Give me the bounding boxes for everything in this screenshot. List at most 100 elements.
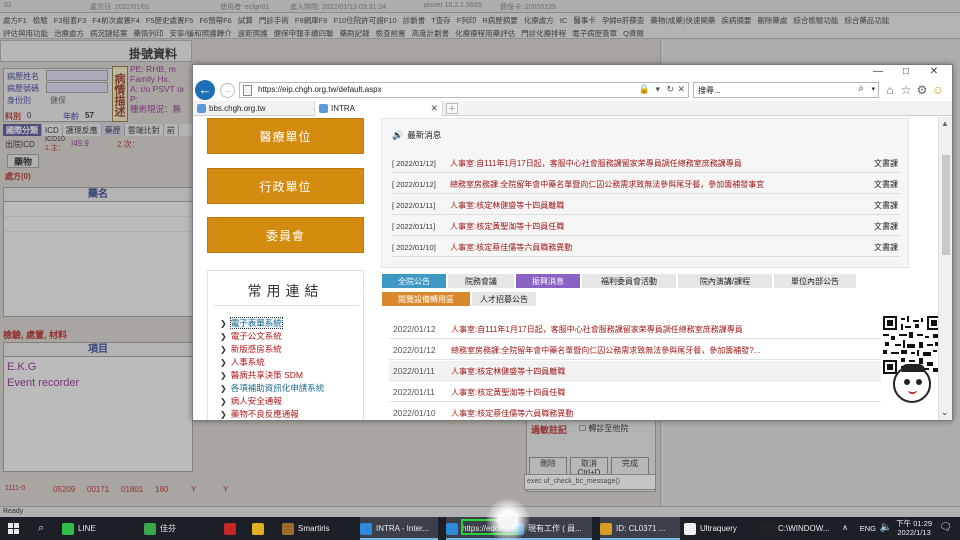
taskbar-item[interactable]: LINE bbox=[62, 517, 106, 540]
announcement-row[interactable]: 2022/01/12 人事室:自111年1月17日起，客服中心社會服務課留家荣專員… bbox=[389, 319, 881, 339]
tab-bbs[interactable]: bbs.chgh.org.tw bbox=[193, 101, 315, 116]
ie-icon bbox=[360, 522, 372, 535]
search-icon[interactable]: ⌕ bbox=[858, 83, 864, 94]
ie-browser-window: — □ ✕ ← → https://eip.chgh.org.tw/defaul… bbox=[192, 64, 953, 421]
tab-lectures[interactable]: 院內演講/課程 bbox=[677, 273, 773, 289]
hospital-app-icon bbox=[224, 522, 236, 535]
news-row[interactable]: [ 2022/01/10] 人事室:核定蔡佳儒等六員職務異動 文書課 bbox=[392, 237, 900, 257]
taskbar-item[interactable]: C:\WINDOW... bbox=[762, 517, 842, 540]
link-subsidy-system[interactable]: ❯ 各項補助資訊化申請系統 bbox=[220, 382, 324, 394]
chrome-icon bbox=[252, 522, 264, 535]
link-patient-safety[interactable]: ❯ 病人安全通報 bbox=[220, 395, 282, 407]
ie-icon bbox=[446, 522, 458, 535]
close-button[interactable]: ✕ bbox=[920, 66, 948, 78]
stop-icon[interactable]: ✕ bbox=[677, 84, 685, 95]
search-placeholder[interactable]: 搜尋... bbox=[698, 85, 721, 96]
taskbar-item-label: C:\WINDOW... bbox=[778, 524, 830, 533]
news-row[interactable]: [ 2022/01/11] 人事室:核定林健盛等十四員離職 文書課 bbox=[392, 195, 900, 215]
smartiris-icon bbox=[282, 522, 294, 535]
common-links-panel: 常用連結 ❯ 電子表單系統 ❯ 電子公文系統 ❯ 新版感房系統 ❯ 人事系統 ❯ 醫病共享… bbox=[207, 270, 364, 420]
clock[interactable]: 下午 01:29 2022/1/13 bbox=[896, 519, 932, 537]
link-infection-system[interactable]: ❯ 新版感房系統 bbox=[220, 343, 282, 355]
smiley-feedback-icon[interactable]: ☺ bbox=[931, 83, 945, 97]
lock-icon: 🔒 bbox=[638, 84, 650, 94]
taskbar-search-icon[interactable]: ⌕ bbox=[38, 522, 44, 535]
announcement-row[interactable]: 2022/01/12 總務室房務課:全院留年會中藥名單暨向仁囚公務需求致無法參與尾… bbox=[389, 340, 881, 360]
link-adr-report[interactable]: ❯ 藥物不良反應通報 bbox=[220, 408, 299, 420]
scroll-thumb[interactable] bbox=[942, 155, 950, 255]
taskbar-item[interactable]: 佳芬 bbox=[144, 517, 192, 540]
contact-icon bbox=[144, 522, 156, 535]
back-arrow-icon[interactable]: ← bbox=[195, 80, 215, 100]
taskbar-item[interactable] bbox=[224, 517, 244, 540]
input-language[interactable]: ENG bbox=[860, 524, 876, 533]
news-row[interactable]: [ 2022/01/12] 人事室:自111年1月17日起，客服中心社會服務課留家… bbox=[392, 153, 900, 173]
tab-welfare-activities[interactable]: 福利委員會活動 bbox=[581, 273, 677, 289]
windows-start-icon[interactable] bbox=[8, 523, 20, 535]
admin-units-button[interactable]: 行政單位 bbox=[207, 168, 364, 204]
taskbar-item[interactable] bbox=[252, 517, 272, 540]
ultraquery-icon bbox=[684, 522, 696, 535]
speaker-tray-icon[interactable]: 🔈 bbox=[880, 522, 892, 533]
scroll-up-icon[interactable]: ▲ bbox=[941, 119, 949, 128]
committee-button[interactable]: 委員會 bbox=[207, 217, 364, 253]
taskbar-item-label: 佳芬 bbox=[160, 524, 176, 533]
ie-favicon-icon bbox=[197, 104, 206, 113]
ie-tab-bar: bbs.chgh.org.tw INTRA ✕ ＋ bbox=[193, 101, 952, 116]
clock-date: 2022/1/13 bbox=[897, 528, 931, 537]
taskbar-item-label: LINE bbox=[78, 524, 96, 533]
search-box[interactable]: 搜尋... ⌕ ▾ bbox=[693, 82, 879, 98]
ie-nav-bar: ← → https://eip.chgh.org.tw/default.aspx… bbox=[193, 79, 952, 101]
scroll-down-icon[interactable]: ⌄ bbox=[941, 407, 949, 418]
address-bar[interactable]: https://eip.chgh.org.tw/default.aspx 🔒 ▾… bbox=[239, 82, 689, 98]
page-icon bbox=[243, 85, 252, 96]
tab-hospital-announcements[interactable]: 全院公告 bbox=[381, 273, 447, 289]
news-row[interactable]: [ 2022/01/12] 總務室房務課:全院留年會中藥名單暨向仁囚公務需求致無法… bbox=[392, 174, 900, 194]
taskbar-item[interactable]: INTRA - Inter... bbox=[360, 517, 438, 540]
tray-chevron-icon[interactable]: ∧ bbox=[842, 523, 848, 532]
dropdown-arrow-icon[interactable]: ▾ bbox=[655, 84, 660, 95]
cursor-highlight bbox=[486, 498, 530, 540]
intranet-page: 醫療單位 行政單位 委員會 常用連結 ❯ 電子表單系統 ❯ 電子公文系統 ❯ 新版感房… bbox=[193, 117, 938, 420]
tab-equipment-transfer[interactable]: 閱覽設備轉用區 bbox=[381, 291, 471, 307]
close-tab-icon[interactable]: ✕ bbox=[430, 101, 438, 116]
favorites-star-icon[interactable]: ☆ bbox=[899, 83, 913, 97]
line-icon bbox=[62, 522, 74, 535]
medical-units-button[interactable]: 醫療單位 bbox=[207, 118, 364, 154]
taskbar-item[interactable]: Ultraquery bbox=[684, 517, 760, 540]
link-sdm[interactable]: ❯ 醫病共享決策 SDM bbox=[220, 369, 303, 381]
news-row[interactable]: [ 2022/01/11] 人事室:核定黃聖洳等十四員任職 文書課 bbox=[392, 216, 900, 236]
address-url[interactable]: https://eip.chgh.org.tw/default.aspx bbox=[258, 85, 382, 94]
announcement-row[interactable]: 2022/01/11 人事室:核定林健盛等十四員離職 bbox=[389, 361, 881, 381]
common-links-title: 常用連結 bbox=[247, 283, 324, 299]
minimize-button[interactable]: — bbox=[864, 66, 892, 78]
maximize-button[interactable]: □ bbox=[892, 66, 920, 78]
link-eform-system[interactable]: ❯ 電子表單系統 bbox=[220, 317, 283, 329]
announcement-row[interactable]: 2022/01/10 人事室:核定蔡佳儒等六員職務異動 bbox=[389, 403, 881, 420]
home-icon[interactable]: ⌂ bbox=[883, 83, 897, 97]
announcement-row[interactable]: 2022/01/11 人事室:核定黃聖洳等十四員任職 bbox=[389, 382, 881, 402]
link-hr-system[interactable]: ❯ 人事系統 bbox=[220, 356, 265, 368]
tab-recruitment[interactable]: 人才招募公告 bbox=[471, 291, 537, 307]
tab-chenghsin-news[interactable]: 振興消息 bbox=[515, 273, 581, 289]
taskbar-item-label: ID: CL0371 ... bbox=[616, 524, 666, 533]
cmd-icon bbox=[762, 522, 774, 535]
refresh-icon[interactable]: ↻ bbox=[666, 84, 674, 95]
taskbar-item-label: INTRA - Inter... bbox=[376, 524, 429, 533]
new-tab-button[interactable]: ＋ bbox=[446, 103, 458, 114]
link-edoc-system[interactable]: ❯ 電子公文系統 bbox=[220, 330, 282, 342]
settings-gear-icon[interactable]: ⚙ bbox=[915, 83, 929, 97]
taskbar-item[interactable]: Smartiris bbox=[282, 517, 356, 540]
tab-intra[interactable]: INTRA ✕ bbox=[315, 101, 443, 116]
mascot-icon[interactable] bbox=[893, 364, 931, 403]
forward-arrow-icon[interactable]: → bbox=[220, 83, 235, 98]
tab-hospital-meetings[interactable]: 院務會議 bbox=[447, 273, 515, 289]
latest-news-title: 🔊 最新消息 bbox=[392, 130, 442, 140]
tab-unit-internal[interactable]: 單位內部公告 bbox=[773, 273, 857, 289]
search-dropdown-icon[interactable]: ▾ bbox=[871, 85, 875, 93]
taskbar-item-label: Ultraquery bbox=[700, 524, 737, 533]
notification-icon[interactable]: 🗨 bbox=[939, 522, 952, 533]
speaker-icon: 🔊 bbox=[392, 130, 404, 140]
taskbar-item[interactable]: ID: CL0371 ... bbox=[600, 517, 680, 540]
ie-scrollbar[interactable]: ▲ ⌄ bbox=[938, 117, 952, 420]
